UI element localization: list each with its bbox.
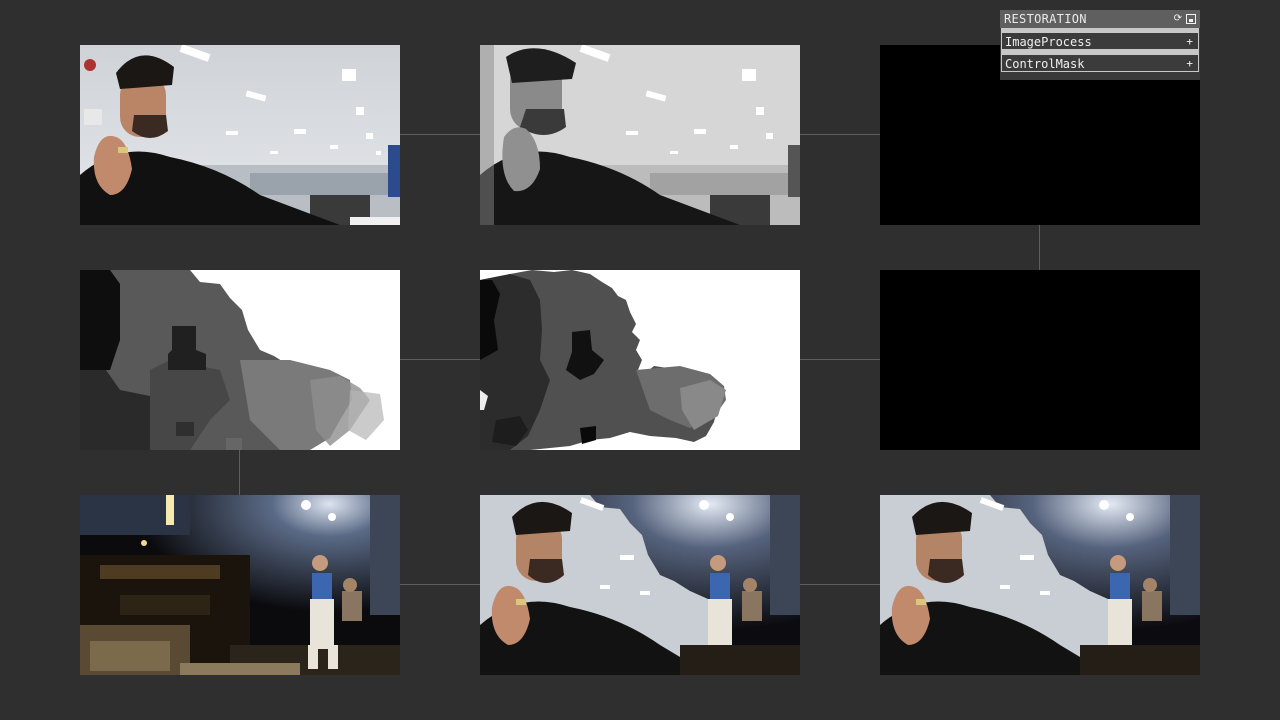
composite-preview-1[interactable] xyxy=(480,495,800,675)
restoration-panel: RESTORATION ⟳ ImageProcess + ControlMask… xyxy=(1000,10,1200,74)
depth-blur-mask[interactable] xyxy=(80,270,400,450)
concert-video-preview[interactable] xyxy=(80,495,400,675)
expand-icon[interactable]: + xyxy=(1186,55,1193,73)
folder-imageprocess[interactable]: ImageProcess + xyxy=(1001,32,1199,50)
composite-preview-2[interactable] xyxy=(880,495,1200,675)
folder-label: ControlMask xyxy=(1005,57,1085,71)
wire-1-2 xyxy=(400,134,480,135)
expand-icon[interactable]: + xyxy=(1186,33,1193,51)
wire-5-6 xyxy=(800,359,880,360)
wire-8-9 xyxy=(800,584,880,585)
wire-4-7 xyxy=(239,450,240,495)
refresh-icon[interactable]: ⟳ xyxy=(1173,14,1183,24)
node-canvas: RESTORATION ⟳ ImageProcess + ControlMask… xyxy=(0,0,1280,720)
depth-segment-mask[interactable] xyxy=(480,270,800,450)
folder-controlmask[interactable]: ControlMask + xyxy=(1001,54,1199,72)
wire-4-5 xyxy=(400,359,480,360)
wire-3-6 xyxy=(1039,225,1040,270)
grayscale-preview[interactable] xyxy=(480,45,800,225)
folder-label: ImageProcess xyxy=(1005,35,1092,49)
save-icon[interactable] xyxy=(1186,14,1196,24)
camera-input-preview[interactable] xyxy=(80,45,400,225)
panel-header[interactable]: RESTORATION ⟳ xyxy=(1000,10,1200,28)
panel-title: RESTORATION xyxy=(1004,12,1087,26)
wire-2-3 xyxy=(800,134,880,135)
wire-7-8 xyxy=(400,584,480,585)
black-output-2[interactable] xyxy=(880,270,1200,450)
